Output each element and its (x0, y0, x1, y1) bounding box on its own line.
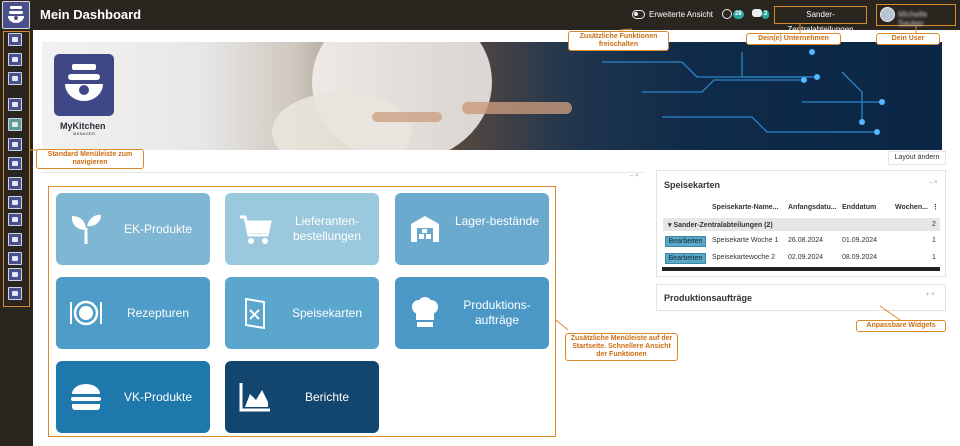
tile-speisekarten[interactable]: Speisekarten (225, 277, 379, 349)
mykitchen-logo (54, 54, 114, 116)
tile-label: Lieferanten-bestellungen (292, 214, 362, 243)
page-title: Mein Dashboard (40, 7, 142, 22)
cart-icon (240, 215, 272, 244)
sprout-icon (71, 214, 101, 244)
tile-ek-produkte[interactable]: EK-Produkte (56, 193, 210, 265)
tile-lagerbestaende[interactable]: Lager-bestände (395, 193, 549, 265)
banner: MyKitchen MANAGER (42, 42, 942, 150)
horizontal-scrollbar[interactable] (662, 267, 940, 271)
table-cell-week: 1 (932, 237, 936, 244)
tile-label: VK-Produkte (123, 390, 193, 404)
burger-icon (71, 384, 101, 410)
table-cell-name: Speisekartewoche 2 (712, 254, 776, 261)
sidebar-item-plants[interactable] (8, 118, 22, 131)
user-name: Michelle Sauber (898, 10, 928, 28)
avatar (880, 7, 895, 22)
table-cell-name: Speisekarte Woche 1 (712, 237, 779, 244)
warehouse-icon (411, 216, 439, 242)
table-cell-start: 26.08.2024 (788, 237, 824, 244)
produktionsauftraege-controls[interactable]: + × (926, 292, 935, 298)
user-menu[interactable]: Michelle Sauber (876, 4, 956, 28)
table-cell-end: 08.09.2024 (842, 254, 878, 261)
kitchen-logo-icon (65, 64, 103, 101)
column-menu-icon[interactable]: ⋮ (932, 203, 939, 211)
tile-label: EK-Produkte (123, 222, 193, 236)
tiles-panel-controls[interactable]: – × (630, 173, 639, 179)
callout-user: Dein User (876, 33, 940, 45)
chat-badge: 2 (762, 10, 770, 19)
edit-button[interactable]: Bearbeiten (665, 253, 706, 264)
tile-label: Lager-bestände (454, 214, 540, 228)
sidebar-item-documents[interactable] (8, 213, 22, 226)
tile-rezepturen[interactable]: Rezepturen (56, 277, 210, 349)
sidebar-item-inventory[interactable] (8, 138, 22, 151)
clock-icon[interactable] (722, 9, 732, 19)
callout-widgets: Anpassbare Widgets (856, 320, 946, 332)
brand-name: MyKitchen (60, 121, 106, 131)
callout-menu: Standard Menüleiste zum navigieren (36, 149, 144, 169)
sidebar-item-menu[interactable] (8, 98, 22, 111)
widget-title: Speisekarten (664, 180, 721, 190)
tile-vk-produkte[interactable]: VK-Produkte (56, 361, 210, 433)
sidebar-item-food[interactable] (8, 252, 22, 265)
sidebar-item-grid[interactable] (8, 72, 22, 85)
sidebar-item-dashboard[interactable] (8, 53, 22, 66)
tile-label: Produktions-aufträge (463, 298, 531, 327)
sidebar-item-images[interactable] (8, 287, 22, 300)
brand-subtitle: MANAGER (73, 131, 96, 136)
table-cell-week: 1 (932, 254, 936, 261)
table-cell-start: 02.09.2024 (788, 254, 824, 261)
widget-title: Produktionsaufträge (664, 293, 753, 303)
tile-berichte[interactable]: Berichte (225, 361, 379, 433)
callout-company: Dein(e) Unternehmen (746, 33, 841, 45)
table-cell-end: 01.09.2024 (842, 237, 878, 244)
sidebar-item-tools[interactable] (8, 177, 22, 190)
column-header-start[interactable]: Anfangsdatu... (788, 204, 837, 211)
sidebar-item-buildings[interactable] (8, 268, 22, 281)
area-chart-icon (239, 383, 270, 412)
group-count: 2 (932, 221, 936, 228)
top-bar: Mein Dashboard Erweiterte Ansicht 28 2 S… (0, 0, 960, 34)
chef-hat-icon (412, 297, 438, 327)
tile-produktionsauftraege[interactable]: Produktions-aufträge (395, 277, 549, 349)
callout-features: Zusätzliche Funktionen freischalten (568, 31, 669, 51)
column-header-name[interactable]: Speisekarte-Name... (712, 204, 779, 211)
callout-tiles: Zusätzliche Menüleiste auf der Startseit… (565, 333, 678, 361)
group-label[interactable]: ▾ Sander-Zentralabteilungen (2) (668, 221, 773, 229)
extended-view-label[interactable]: Erweiterte Ansicht (649, 10, 713, 19)
tile-label: Berichte (304, 390, 350, 404)
layout-change-button[interactable]: Layout ändern (888, 151, 946, 165)
tile-lieferantenbestellungen[interactable]: Lieferanten-bestellungen (225, 193, 379, 265)
banner-artwork (272, 42, 885, 150)
sidebar-item-settings[interactable] (8, 196, 22, 209)
speisekarten-controls[interactable]: – × (929, 180, 938, 186)
chat-icon[interactable] (752, 9, 762, 17)
app-logo[interactable] (2, 1, 30, 29)
extended-view-toggle[interactable] (632, 10, 645, 19)
sidebar-item-home[interactable] (8, 33, 22, 46)
group-name: Sander-Zentralabteilungen (2) (673, 222, 773, 229)
sidebar-item-charts[interactable] (8, 233, 22, 246)
column-header-end[interactable]: Enddatum (842, 204, 876, 211)
logo-icon (8, 6, 24, 23)
company-selector[interactable]: Sander-Zentralabteilungen (774, 6, 867, 34)
edit-button[interactable]: Bearbeiten (665, 236, 706, 247)
column-header-week[interactable]: Wochen... (895, 204, 928, 211)
plate-icon (70, 300, 102, 326)
menu-card-icon (245, 297, 265, 330)
sidebar-item-storage[interactable] (8, 157, 22, 170)
clock-badge: 28 (733, 10, 744, 19)
tile-label: Rezepturen (126, 306, 190, 320)
tile-label: Speisekarten (291, 306, 363, 320)
produktionsauftraege-widget: Produktionsaufträge (656, 284, 946, 311)
